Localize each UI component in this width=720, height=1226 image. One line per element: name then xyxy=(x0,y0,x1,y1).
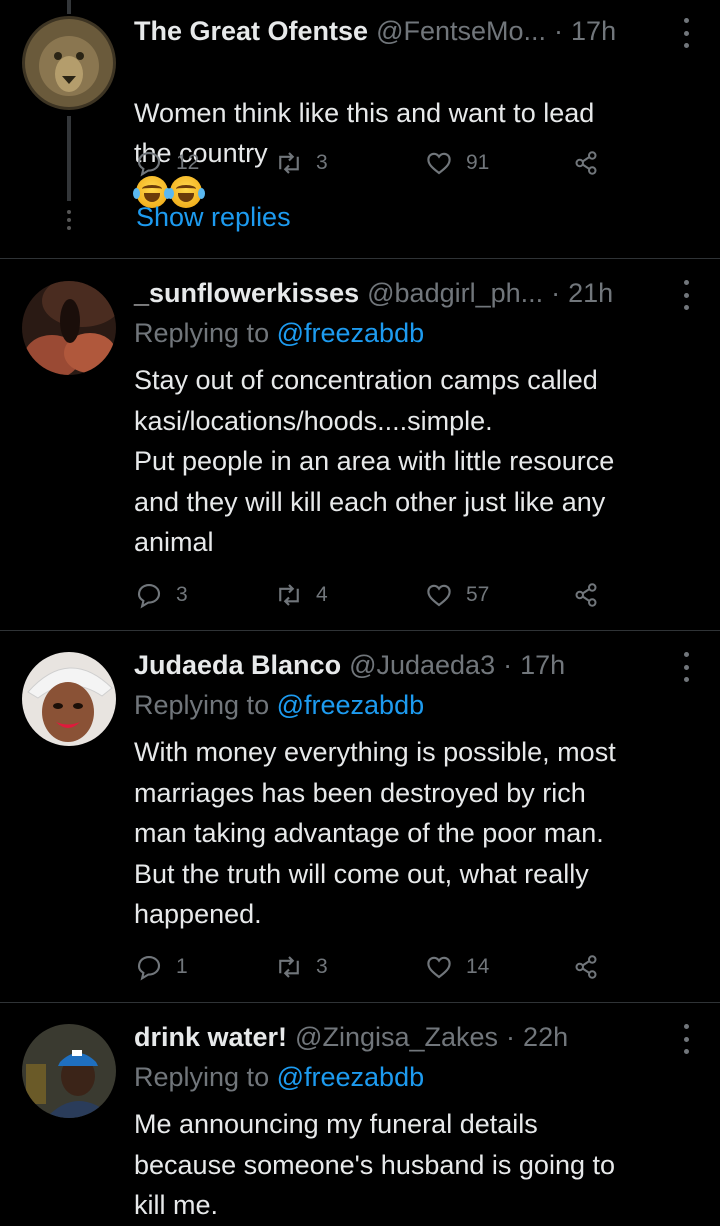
avatar[interactable] xyxy=(22,1024,116,1118)
reply-icon xyxy=(137,151,161,177)
display-name[interactable]: Judaeda Blanco xyxy=(134,650,341,681)
tweet-text: With money everything is possible, most … xyxy=(134,737,616,929)
display-name[interactable]: The Great Ofentse xyxy=(134,16,368,47)
tweet[interactable]: The Great Ofentse @FentseMo... · 17h Wom… xyxy=(0,0,720,258)
like-button[interactable]: 91 xyxy=(424,146,489,180)
heart-icon xyxy=(427,956,451,979)
mention-link[interactable]: @freezabdb xyxy=(277,690,425,720)
reply-button[interactable]: 3 xyxy=(134,578,188,612)
separator-dot: · xyxy=(506,1021,516,1052)
more-options-icon[interactable] xyxy=(682,18,690,48)
more-options-icon[interactable] xyxy=(682,652,690,682)
share-icon xyxy=(575,955,597,979)
replying-to-label: Replying to xyxy=(134,690,270,720)
avatar[interactable] xyxy=(22,652,116,746)
profile-photo-image xyxy=(22,281,116,375)
more-options-icon[interactable] xyxy=(682,1024,690,1054)
tweet-actions: 1 3 14 xyxy=(134,950,614,984)
profile-photo-image xyxy=(22,652,116,746)
reply-count: 3 xyxy=(176,583,188,606)
retweet-button[interactable]: 4 xyxy=(274,578,328,612)
avatar[interactable] xyxy=(22,16,116,110)
timestamp[interactable]: 21h xyxy=(568,278,613,309)
like-count: 91 xyxy=(466,151,490,174)
display-name[interactable]: drink water! xyxy=(134,1022,287,1053)
tweet-header: drink water! @Zingisa_Zakes · 22h xyxy=(134,1019,690,1055)
heart-icon xyxy=(427,584,451,607)
reply-count: 12 xyxy=(176,151,200,174)
tweet-text: Me announcing my funeral details because… xyxy=(134,1109,615,1220)
timestamp[interactable]: 17h xyxy=(520,650,565,681)
tweet-header: _sunflowerkisses @badgirl_ph... · 21h xyxy=(134,275,690,311)
retweet-icon xyxy=(279,584,299,606)
reply-icon xyxy=(137,955,161,981)
like-button[interactable]: 57 xyxy=(424,578,489,612)
display-name[interactable]: _sunflowerkisses xyxy=(134,278,359,309)
replying-to-label: Replying to xyxy=(134,1062,270,1092)
heart-icon xyxy=(427,152,451,175)
like-count: 14 xyxy=(466,955,490,978)
retweet-button[interactable]: 3 xyxy=(274,146,328,180)
share-button[interactable] xyxy=(571,578,601,612)
username[interactable]: @FentseMo... xyxy=(376,16,546,47)
share-icon xyxy=(575,151,597,175)
mention-link[interactable]: @freezabdb xyxy=(277,318,425,348)
separator-dot: · xyxy=(551,277,561,308)
tweet-text-block: Women think like this and want to lead t… xyxy=(133,52,700,214)
like-button[interactable]: 14 xyxy=(424,950,489,984)
retweet-button[interactable]: 3 xyxy=(274,950,328,984)
retweet-count: 3 xyxy=(316,955,328,978)
reply-button[interactable]: 12 xyxy=(134,146,199,180)
username[interactable]: @badgirl_ph... xyxy=(367,278,543,309)
avatar[interactable] xyxy=(22,281,116,375)
reply-count: 1 xyxy=(176,955,188,978)
timestamp[interactable]: 22h xyxy=(523,1022,568,1053)
tweet-feed: The Great Ofentse @FentseMo... · 17h Wom… xyxy=(0,0,720,1226)
replying-to: Replying to @freezabdb xyxy=(134,690,424,721)
tweet-header: Judaeda Blanco @Judaeda3 · 17h xyxy=(134,647,690,683)
retweet-icon xyxy=(279,152,299,174)
username[interactable]: @Zingisa_Zakes xyxy=(295,1022,498,1053)
lion-avatar-image xyxy=(22,16,116,110)
share-button[interactable] xyxy=(571,950,601,984)
show-replies-link[interactable]: Show replies xyxy=(136,202,291,233)
retweet-count: 4 xyxy=(316,583,328,606)
tweet[interactable]: drink water! @Zingisa_Zakes · 22h Replyi… xyxy=(0,1003,720,1226)
reply-icon xyxy=(137,583,161,609)
timestamp[interactable]: 17h xyxy=(571,16,616,47)
share-button[interactable] xyxy=(571,146,601,180)
retweet-count: 3 xyxy=(316,151,328,174)
thread-line xyxy=(67,116,71,201)
profile-photo-image xyxy=(22,1024,116,1118)
thread-dots xyxy=(66,210,72,230)
retweet-icon xyxy=(279,956,299,978)
tweet[interactable]: Judaeda Blanco @Judaeda3 · 17h Replying … xyxy=(0,631,720,1002)
username[interactable]: @Judaeda3 xyxy=(349,650,495,681)
separator-dot: · xyxy=(503,649,513,680)
tweet-header: The Great Ofentse @FentseMo... · 17h xyxy=(134,13,690,49)
replying-to: Replying to @freezabdb xyxy=(134,1062,424,1093)
separator-dot: · xyxy=(554,15,564,46)
mention-link[interactable]: @freezabdb xyxy=(277,1062,425,1092)
tweet-text: Stay out of concentration camps called k… xyxy=(134,365,615,557)
tweet[interactable]: _sunflowerkisses @badgirl_ph... · 21h Re… xyxy=(0,259,720,630)
reply-button[interactable]: 1 xyxy=(134,950,188,984)
replying-to: Replying to @freezabdb xyxy=(134,318,424,349)
like-count: 57 xyxy=(466,583,490,606)
more-options-icon[interactable] xyxy=(682,280,690,310)
tweet-actions: 3 4 57 xyxy=(134,578,614,612)
tweet-actions: 12 3 91 xyxy=(134,146,614,180)
replying-to-label: Replying to xyxy=(134,318,270,348)
share-icon xyxy=(575,583,597,607)
thread-line-top xyxy=(67,0,71,14)
